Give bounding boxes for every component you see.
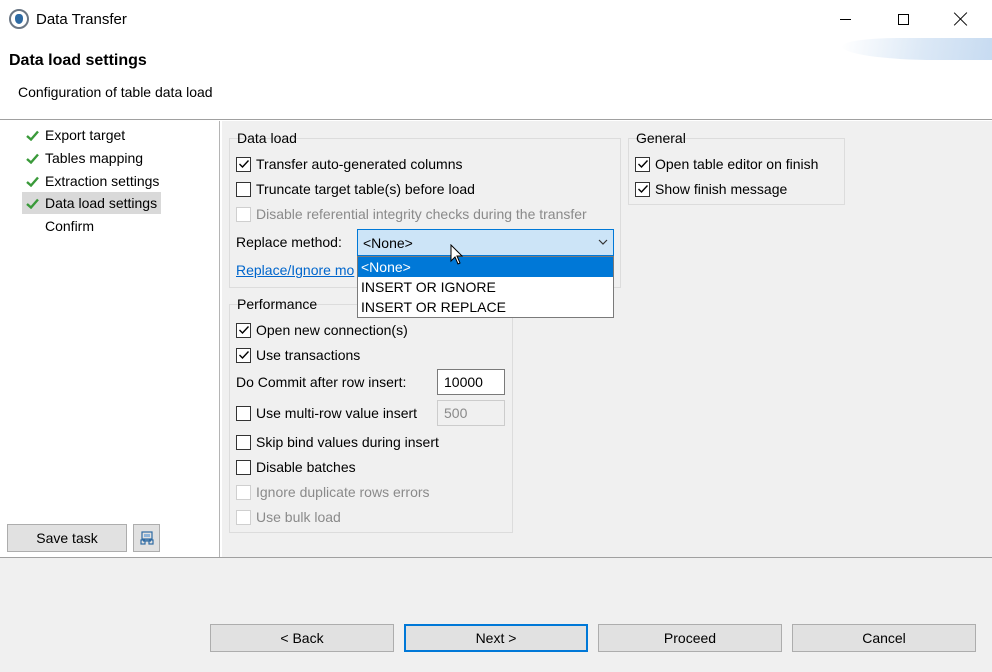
- open-table-editor-label: Open table editor on finish: [655, 156, 819, 172]
- dropdown-option[interactable]: <None>: [358, 257, 613, 277]
- disable-ref-integrity-label: Disable referential integrity checks dur…: [256, 206, 587, 222]
- commit-after-label: Do Commit after row insert:: [236, 374, 407, 390]
- multi-row-insert-option[interactable]: Use multi-row value insert: [236, 402, 417, 424]
- dropdown-option[interactable]: INSERT OR REPLACE: [358, 297, 613, 317]
- skip-bind-checkbox[interactable]: [236, 434, 251, 450]
- dropdown-option[interactable]: INSERT OR IGNORE: [358, 277, 613, 297]
- use-bulk-load-option: Use bulk load: [236, 506, 341, 528]
- nav-item-label: Extraction settings: [45, 173, 160, 189]
- header-decoration: [842, 38, 992, 60]
- multi-row-insert-checkbox[interactable]: [236, 405, 251, 421]
- minimize-icon: [839, 18, 851, 20]
- nav-item-label: Tables mapping: [45, 150, 144, 166]
- wizard-footer: [0, 557, 992, 672]
- transfer-auto-generated-label: Transfer auto-generated columns: [256, 156, 463, 172]
- app-icon: [9, 9, 29, 29]
- checkmark-icon: [22, 148, 42, 168]
- ignore-duplicates-checkbox: [236, 484, 251, 500]
- performance-group-title: Performance: [237, 296, 318, 312]
- page-subtitle: Configuration of table data load: [18, 84, 213, 100]
- nav-item[interactable]: Tables mapping: [22, 147, 147, 169]
- ignore-duplicates-option: Ignore duplicate rows errors: [236, 481, 430, 503]
- maximize-icon: [897, 13, 909, 25]
- disable-batches-option[interactable]: Disable batches: [236, 456, 356, 478]
- disable-batches-label: Disable batches: [256, 459, 356, 475]
- proceed-button[interactable]: Proceed: [598, 624, 782, 652]
- checkmark-icon: [22, 193, 42, 213]
- show-finish-message-option[interactable]: Show finish message: [635, 178, 787, 200]
- checkmark-icon: [637, 185, 648, 194]
- transfer-auto-generated-checkbox[interactable]: [236, 156, 251, 172]
- checkmark-icon: [637, 160, 648, 169]
- back-button[interactable]: < Back: [210, 624, 394, 652]
- window-title: Data Transfer: [36, 11, 127, 28]
- title-bar: Data Transfer: [0, 0, 992, 38]
- commit-after-input[interactable]: 10000: [437, 369, 505, 395]
- open-new-connection-checkbox[interactable]: [236, 322, 251, 338]
- replace-method-dropdown: <None> INSERT OR IGNORE INSERT OR REPLACE: [357, 256, 614, 318]
- show-finish-message-checkbox[interactable]: [635, 181, 650, 197]
- next-button[interactable]: Next >: [404, 624, 588, 652]
- disable-batches-checkbox[interactable]: [236, 459, 251, 475]
- nav-item[interactable]: Data load settings: [22, 192, 162, 214]
- page-title: Data load settings: [9, 52, 147, 69]
- nav-item-label: Export target: [45, 127, 126, 143]
- nav-item[interactable]: Extraction settings: [22, 170, 163, 192]
- close-icon: [954, 12, 968, 26]
- nav-item-spacer: [22, 216, 42, 236]
- open-new-connection-option[interactable]: Open new connection(s): [236, 319, 408, 341]
- nav-item[interactable]: Export target: [22, 124, 129, 146]
- truncate-target-checkbox[interactable]: [236, 181, 251, 197]
- checkmark-icon: [238, 351, 249, 360]
- minimize-button[interactable]: [816, 0, 874, 38]
- cancel-button[interactable]: Cancel: [792, 624, 976, 652]
- show-finish-message-label: Show finish message: [655, 181, 788, 197]
- truncate-target-option[interactable]: Truncate target table(s) before load: [236, 178, 475, 200]
- checkmark-icon: [22, 125, 42, 145]
- use-bulk-load-checkbox: [236, 509, 251, 525]
- general-group-title: General: [636, 130, 686, 146]
- save-task-button[interactable]: Save task: [7, 524, 127, 552]
- use-bulk-load-label: Use bulk load: [256, 509, 341, 525]
- chevron-down-icon: [598, 239, 608, 245]
- ignore-duplicates-label: Ignore duplicate rows errors: [256, 484, 430, 500]
- replace-ignore-link[interactable]: Replace/Ignore mo: [236, 262, 354, 278]
- use-transactions-checkbox[interactable]: [236, 347, 251, 363]
- checkmark-icon: [238, 160, 249, 169]
- open-new-connection-label: Open new connection(s): [256, 322, 408, 338]
- checkmark-icon: [238, 326, 249, 335]
- save-icon: [139, 531, 154, 545]
- skip-bind-label: Skip bind values during insert: [256, 434, 439, 450]
- truncate-target-label: Truncate target table(s) before load: [256, 181, 475, 197]
- multi-row-insert-label: Use multi-row value insert: [256, 405, 418, 421]
- replace-method-value: <None>: [363, 234, 413, 251]
- nav-item[interactable]: Confirm: [22, 215, 98, 237]
- close-button[interactable]: [932, 0, 990, 38]
- open-table-editor-option[interactable]: Open table editor on finish: [635, 153, 818, 175]
- save-task-options-button[interactable]: [133, 524, 160, 552]
- transfer-auto-generated-option[interactable]: Transfer auto-generated columns: [236, 153, 462, 175]
- multi-row-insert-input: 500: [437, 400, 505, 426]
- use-transactions-label: Use transactions: [256, 347, 361, 363]
- replace-method-select[interactable]: <None>: [357, 229, 614, 256]
- replace-method-label: Replace method:: [236, 234, 342, 250]
- checkmark-icon: [22, 171, 42, 191]
- open-table-editor-checkbox[interactable]: [635, 156, 650, 172]
- disable-ref-integrity-option: Disable referential integrity checks dur…: [236, 203, 587, 225]
- use-transactions-option[interactable]: Use transactions: [236, 344, 360, 366]
- nav-item-label: Data load settings: [45, 195, 158, 211]
- mouse-cursor-icon: [450, 244, 464, 265]
- nav-item-label: Confirm: [45, 218, 95, 234]
- disable-ref-integrity-checkbox: [236, 206, 251, 222]
- wizard-header: Data load settings Configuration of tabl…: [0, 38, 992, 120]
- skip-bind-option[interactable]: Skip bind values during insert: [236, 431, 439, 453]
- data-load-group-title: Data load: [237, 130, 297, 146]
- maximize-button[interactable]: [874, 0, 932, 38]
